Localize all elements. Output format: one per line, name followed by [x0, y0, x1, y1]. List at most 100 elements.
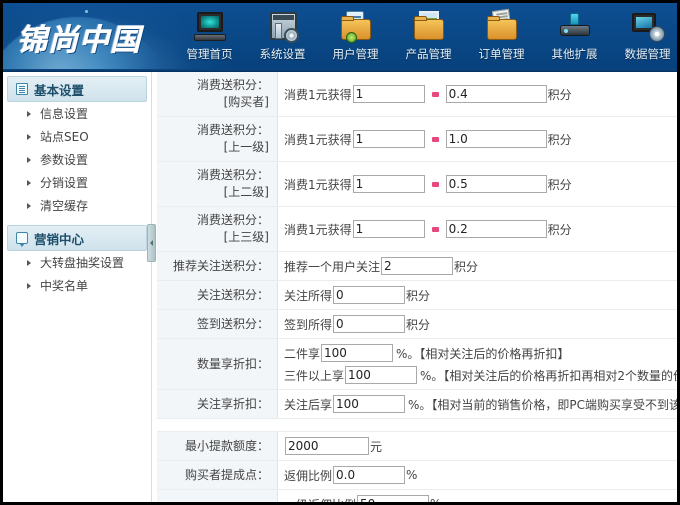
- field-input[interactable]: [333, 466, 405, 484]
- form-section-spacer: [157, 419, 677, 432]
- field-prefix-label: 推荐一个用户关注: [284, 258, 380, 275]
- field-input-secondary[interactable]: [446, 85, 547, 103]
- form-row-label: 关注送积分：: [157, 281, 278, 310]
- form-field: 三件以上享%。【相对关注后的价格再折扣再相对2个数量的价格再折扣】: [284, 366, 671, 384]
- form-row-label-line2: [上二级]: [161, 184, 269, 201]
- field-prefix-label: 返佣比例: [284, 467, 332, 484]
- form-row-label: 消费送积分：[上三级]: [157, 207, 278, 252]
- field-prefix-label: 消费1元获得: [284, 86, 352, 103]
- form-row: 普通分销提成点：一级返佣比例%二级返佣比例%: [157, 490, 677, 505]
- form-row-label: 消费送积分：[上一级]: [157, 117, 278, 162]
- monitor-icon: [193, 11, 227, 43]
- field-suffix-label: 积分: [548, 86, 572, 103]
- sidebar-item-site-seo[interactable]: 站点SEO: [3, 125, 151, 148]
- spacer-cell: [157, 419, 677, 432]
- form-row: 购买者提成点： 返佣比例%: [157, 461, 677, 490]
- form-row-label-line1: 关注送积分：: [161, 287, 269, 304]
- field-input[interactable]: [345, 366, 417, 384]
- sidebar-item-distribution-settings[interactable]: 分销设置: [3, 171, 151, 194]
- order-folder-icon: [485, 11, 519, 43]
- field-input-secondary[interactable]: [446, 220, 547, 238]
- nav-label-other-extensions: 其他扩展: [552, 46, 598, 62]
- nav-item-user-management[interactable]: 用户管理: [319, 9, 392, 62]
- form-row-label-line1: 关注享折扣：: [161, 396, 269, 413]
- form-row-value: 返佣比例%: [278, 461, 678, 490]
- field-input-secondary[interactable]: [446, 130, 547, 148]
- sidebar-item-label: 信息设置: [40, 105, 88, 122]
- form-row-label-line1: 消费送积分：: [161, 167, 269, 184]
- sidebar: 基本设置 信息设置 站点SEO 参数设置 分销设置 清空缓存: [3, 72, 152, 505]
- sidebar-item-winner-list[interactable]: 中奖名单: [3, 274, 151, 297]
- sidebar-group-label-marketing: 营销中心: [34, 229, 84, 248]
- sidebar-item-info-settings[interactable]: 信息设置: [3, 102, 151, 125]
- nav-item-other-extensions[interactable]: 其他扩展: [538, 9, 611, 62]
- form-row-label-line1: 购买者提成点：: [161, 467, 269, 484]
- field-input[interactable]: [321, 344, 393, 362]
- sidebar-item-label: 大转盘抽奖设置: [40, 254, 124, 271]
- sidebar-group-marketing-center[interactable]: 营销中心: [7, 225, 147, 251]
- field-input[interactable]: [353, 220, 425, 238]
- page-body: 基本设置 信息设置 站点SEO 参数设置 分销设置 清空缓存: [3, 72, 677, 505]
- sidebar-group-label-basic: 基本设置: [34, 80, 84, 99]
- field-prefix-label: 一级返佣比例: [284, 496, 356, 505]
- sidebar-item-parameter-settings[interactable]: 参数设置: [3, 148, 151, 171]
- form-row-value: 消费1元获得积分: [278, 207, 678, 252]
- form-row-value: 关注后享%。【相对当前的销售价格，即PC端购买享受不到该折扣】: [278, 390, 678, 419]
- field-input[interactable]: [285, 437, 369, 455]
- site-logo[interactable]: 锦尚中国: [17, 15, 141, 59]
- chevron-right-icon: [27, 111, 35, 117]
- form-row-label: 签到送积分：: [157, 310, 278, 339]
- field-suffix-label: 积分: [406, 316, 430, 333]
- form-row-label: 关注享折扣：: [157, 390, 278, 419]
- field-suffix-label: %。【相对关注后的价格再折扣再相对2个数量的价格再折扣】: [420, 367, 677, 384]
- form-row: 消费送积分：[购买者]消费1元获得积分: [157, 72, 677, 117]
- form-row-value: 关注所得积分: [278, 281, 678, 310]
- field-suffix-label: 积分: [548, 176, 572, 193]
- sidebar-item-label: 参数设置: [40, 151, 88, 168]
- field-input[interactable]: [357, 495, 429, 505]
- field-input[interactable]: [333, 315, 405, 333]
- nav-item-dashboard[interactable]: 管理首页: [173, 9, 246, 62]
- form-row-value: 签到所得积分: [278, 310, 678, 339]
- sidebar-item-clear-cache[interactable]: 清空缓存: [3, 194, 151, 217]
- system-settings-icon: [266, 11, 300, 43]
- multiply-separator-icon: [432, 137, 439, 142]
- form-row-label-line1: 数量享折扣：: [161, 356, 269, 373]
- field-input[interactable]: [353, 85, 425, 103]
- nav-item-system-settings[interactable]: 系统设置: [246, 9, 319, 62]
- form-row-label: 最小提款额度：: [157, 432, 278, 461]
- sparkle-dot-icon: [85, 10, 88, 13]
- field-input[interactable]: [353, 130, 425, 148]
- field-input[interactable]: [353, 175, 425, 193]
- form-row: 推荐关注送积分：推荐一个用户关注积分: [157, 252, 677, 281]
- nav-label-data-management: 数据管理: [625, 46, 671, 62]
- field-prefix-label: 消费1元获得: [284, 176, 352, 193]
- sidebar-group-basic-settings[interactable]: 基本设置: [7, 76, 147, 102]
- form-field: 消费1元获得 积分: [284, 175, 671, 193]
- field-input[interactable]: [333, 286, 405, 304]
- database-icon: [631, 11, 665, 43]
- form-row-value: 消费1元获得积分: [278, 117, 678, 162]
- field-input[interactable]: [381, 257, 453, 275]
- field-suffix-label: 积分: [548, 131, 572, 148]
- settings-form-table: 消费送积分：[购买者]消费1元获得积分消费送积分：[上一级]消费1元获得积分消费…: [157, 72, 677, 505]
- field-input[interactable]: [333, 395, 405, 413]
- form-row-label-line1: 推荐关注送积分：: [161, 258, 269, 275]
- form-row-label: 普通分销提成点：: [157, 490, 278, 505]
- form-field: 签到所得积分: [284, 315, 671, 333]
- nav-item-order-management[interactable]: 订单管理: [465, 9, 538, 62]
- nav-label-user-management: 用户管理: [333, 46, 379, 62]
- form-row-label-line1: 消费送积分：: [161, 77, 269, 94]
- nav-item-data-management[interactable]: 数据管理: [611, 9, 677, 62]
- form-row-label-line2: [上一级]: [161, 139, 269, 156]
- sidebar-item-wheel-lottery-settings[interactable]: 大转盘抽奖设置: [3, 251, 151, 274]
- form-field: 消费1元获得积分: [284, 220, 671, 238]
- form-row-value: 元: [278, 432, 678, 461]
- nav-item-product-management[interactable]: 产品管理: [392, 9, 465, 62]
- form-row-label-line2: [上三级]: [161, 229, 269, 246]
- chevron-right-icon: [27, 134, 35, 140]
- form-row-value: 消费1元获得 积分: [278, 162, 678, 207]
- field-input-secondary[interactable]: [446, 175, 547, 193]
- chevron-right-icon: [27, 260, 35, 266]
- sidebar-collapse-handle[interactable]: [147, 224, 156, 262]
